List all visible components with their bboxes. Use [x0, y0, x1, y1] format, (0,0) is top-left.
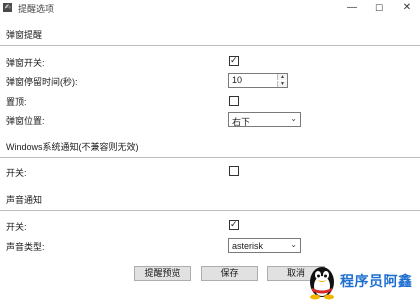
title-bar: ✍ 提醒选项 — ☐ ✕ [0, 0, 420, 16]
preview-button[interactable]: 提醒预览 [134, 266, 191, 281]
separator [0, 45, 420, 46]
section-title-popup: 弹窗提醒 [6, 30, 43, 40]
windows-toggle-label: 开关: [6, 168, 27, 178]
chevron-down-icon: ⌄ [290, 114, 297, 123]
popup-pin-label: 置顶: [6, 97, 27, 107]
penguin-icon [310, 267, 334, 300]
section-title-windows: Windows系统通知(不兼容则无效) [6, 142, 139, 152]
watermark: 程序员阿鑫 [305, 262, 420, 302]
save-button[interactable]: 保存 [201, 266, 258, 281]
separator [0, 210, 420, 211]
close-button[interactable]: ✕ [396, 0, 418, 16]
popup-position-value: 右下 [232, 117, 251, 127]
sound-toggle-checkbox[interactable]: ✓ [229, 219, 239, 230]
maximize-button[interactable]: ☐ [368, 0, 390, 16]
chevron-down-icon: ⌄ [290, 240, 297, 249]
spin-up-icon[interactable]: ▲ [277, 74, 287, 80]
check-icon: ✓ [230, 55, 238, 65]
windows-toggle-checkbox[interactable] [229, 166, 239, 176]
popup-stay-spinbox[interactable]: 10 ▲ ▼ [228, 73, 288, 88]
sound-type-select[interactable]: asterisk ⌄ [228, 238, 301, 253]
popup-toggle-label: 弹窗开关: [6, 58, 45, 68]
window-title: 提醒选项 [18, 4, 55, 14]
spin-down-icon[interactable]: ▼ [277, 81, 287, 87]
minimize-button[interactable]: — [341, 0, 363, 16]
section-title-sound: 声音通知 [6, 195, 43, 205]
popup-position-label: 弹窗位置: [6, 116, 45, 126]
popup-stay-value: 10 [232, 75, 243, 85]
watermark-text: 程序员阿鑫 [340, 273, 413, 289]
sound-type-label: 声音类型: [6, 242, 45, 252]
app-icon: ✍ [3, 3, 12, 12]
check-icon: ✓ [230, 219, 238, 229]
popup-stay-label: 弹窗停留时间(秒): [6, 77, 78, 87]
separator [0, 157, 420, 158]
sound-toggle-label: 开关: [6, 222, 27, 232]
popup-toggle-checkbox[interactable]: ✓ [229, 55, 239, 66]
popup-pin-checkbox[interactable] [229, 96, 239, 106]
popup-position-select[interactable]: 右下 ⌄ [228, 112, 301, 127]
sound-type-value: asterisk [232, 241, 264, 251]
